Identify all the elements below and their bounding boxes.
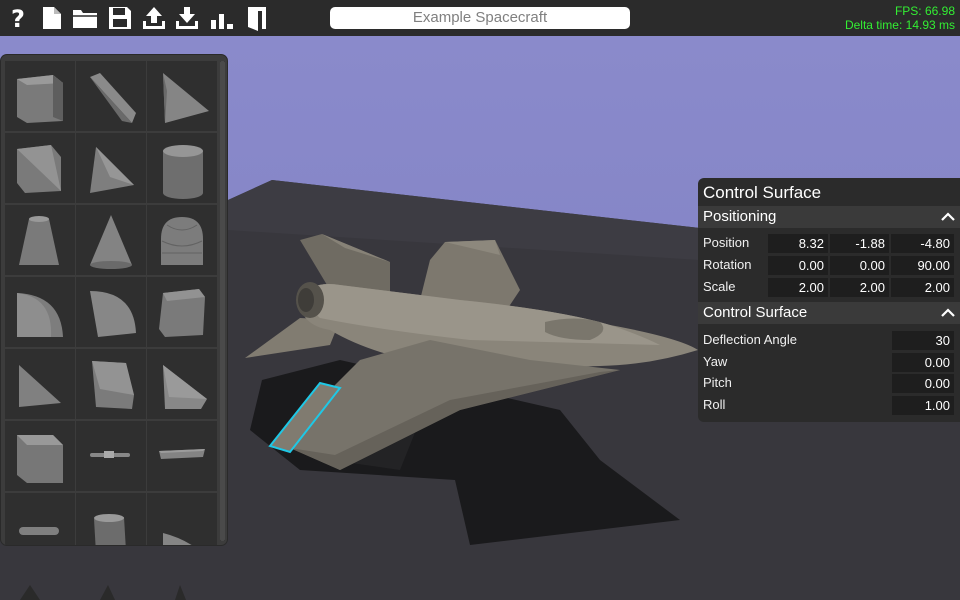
save-icon (109, 7, 131, 29)
positioning-section-header[interactable]: Positioning (698, 206, 960, 228)
open-folder-icon (73, 10, 97, 28)
cone-frustum-icon (19, 216, 59, 265)
part-antenna[interactable] (76, 421, 146, 491)
part-quarter-round[interactable] (5, 277, 75, 347)
parts-palette (1, 55, 227, 545)
palette-scroll-thumb[interactable] (220, 61, 225, 541)
position-label: Position (703, 235, 750, 250)
slanted-block-icon (92, 361, 134, 409)
help-icon: ? (11, 5, 25, 31)
corner-wedge-icon (90, 147, 134, 193)
block-icon (17, 435, 63, 483)
yaw-label: Yaw (703, 354, 728, 369)
quarter-sphere-icon (90, 291, 136, 337)
performance-readout: FPS: 66.98 Delta time: 14.93 ms (845, 4, 955, 32)
part-block[interactable] (5, 421, 75, 491)
wedge-icon (90, 73, 136, 123)
scale-x-field[interactable] (768, 278, 828, 297)
position-z-field[interactable] (891, 234, 954, 253)
help-button[interactable]: ? (4, 4, 32, 32)
deflection-angle-field[interactable] (892, 331, 954, 350)
part-dome[interactable] (147, 205, 217, 275)
panel-title: Control Surface (703, 183, 822, 202)
flat-panel-icon (159, 449, 205, 459)
part-thruster[interactable] (76, 493, 146, 545)
scale-z-field[interactable] (891, 278, 954, 297)
exit-icon (248, 7, 266, 31)
exit-button[interactable] (242, 4, 270, 32)
spacecraft-name-input[interactable] (330, 7, 630, 29)
triangle-prism-icon (19, 365, 61, 407)
part-flat-panel[interactable] (147, 421, 217, 491)
svg-text:?: ? (11, 5, 25, 31)
yaw-field[interactable] (892, 353, 954, 372)
save-button[interactable] (106, 4, 134, 32)
corner-cube-icon (17, 145, 61, 193)
part-cone[interactable] (76, 205, 146, 275)
position-y-field[interactable] (830, 234, 889, 253)
part-slope-wedge[interactable] (147, 349, 217, 419)
part-cone-frustum[interactable] (5, 205, 75, 275)
scale-label: Scale (703, 279, 736, 294)
part-slanted-block[interactable] (76, 349, 146, 419)
roll-field[interactable] (892, 396, 954, 415)
thruster-icon (94, 514, 126, 545)
upload-icon (143, 7, 165, 29)
scale-y-field[interactable] (830, 278, 889, 297)
rotation-y-field[interactable] (830, 256, 889, 275)
position-x-field[interactable] (768, 234, 828, 253)
download-button[interactable] (173, 4, 201, 32)
pitch-label: Pitch (703, 375, 732, 390)
stats-button[interactable] (208, 4, 236, 32)
antenna-icon (90, 451, 130, 458)
tetrahedron-icon (163, 73, 209, 123)
pitch-field[interactable] (892, 374, 954, 393)
part-cylinder[interactable] (147, 133, 217, 203)
part-corner-cube[interactable] (5, 133, 75, 203)
quarter-round-icon (17, 293, 63, 337)
beveled-block-icon (159, 289, 205, 337)
cone-icon (90, 215, 132, 269)
part-capsule[interactable] (5, 493, 75, 545)
control-surface-section-header[interactable]: Control Surface (698, 302, 960, 324)
delta-time-readout: Delta time: 14.93 ms (844, 18, 955, 32)
chevron-up-icon[interactable] (940, 305, 956, 321)
fin-icon (163, 533, 192, 545)
chevron-up-icon[interactable] (940, 209, 956, 225)
part-quarter-sphere[interactable] (76, 277, 146, 347)
part-cube[interactable] (5, 61, 75, 131)
part-triangle-prism[interactable] (5, 349, 75, 419)
deflection-angle-label: Deflection Angle (703, 332, 797, 347)
rotation-z-field[interactable] (891, 256, 954, 275)
open-button[interactable] (71, 4, 99, 32)
cube-icon (17, 75, 63, 123)
rotation-label: Rotation (703, 257, 752, 272)
part-wedge[interactable] (76, 61, 146, 131)
dome-icon (161, 217, 203, 265)
fps-readout: FPS: 66.98 (894, 4, 955, 18)
new-file-icon (43, 7, 61, 29)
top-toolbar: ? FPS: 66.98 Delta time: 14.93 ms (0, 0, 960, 36)
rotation-x-field[interactable] (768, 256, 828, 275)
download-icon (176, 7, 198, 29)
capsule-icon (19, 527, 59, 535)
part-fin[interactable] (147, 493, 217, 545)
part-tetrahedron[interactable] (147, 61, 217, 131)
part-corner-wedge[interactable] (76, 133, 146, 203)
properties-panel: Control Surface Positioning Position Rot… (698, 178, 960, 422)
stats-icon (211, 14, 233, 29)
control-surface-label: Control Surface (703, 304, 808, 321)
cylinder-icon (163, 145, 203, 199)
upload-button[interactable] (140, 4, 168, 32)
slope-wedge-icon (163, 365, 207, 409)
part-beveled-block[interactable] (147, 277, 217, 347)
new-file-button[interactable] (38, 4, 66, 32)
positioning-label: Positioning (703, 208, 777, 225)
roll-label: Roll (703, 397, 726, 412)
